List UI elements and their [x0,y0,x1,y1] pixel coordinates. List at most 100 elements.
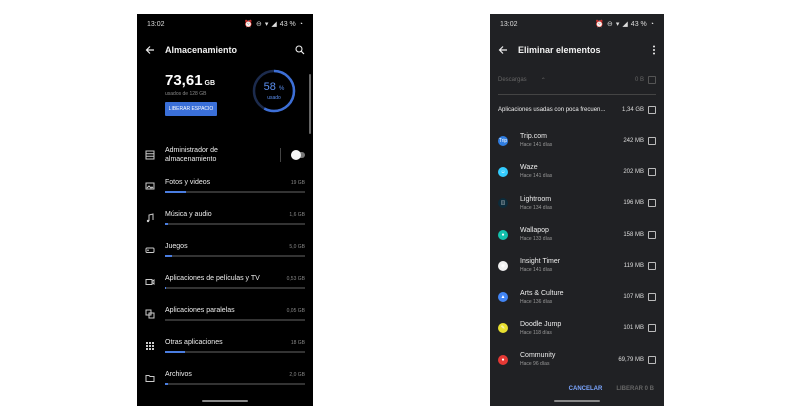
usage-percent: 58 % [263,81,285,93]
app-last-used: Hace 136 días [520,298,553,305]
category-size: 0,05 GB [286,308,305,314]
app-row[interactable]: Trip Trip.com Hace 141 días 242 MB [490,125,664,156]
cancel-button[interactable]: CANCELAR [569,386,603,392]
wifi-icon: ▾ [264,21,269,28]
downloads-row[interactable]: Descargas ⌃ 0 B [490,66,664,94]
app-checkbox[interactable] [648,324,656,333]
app-checkbox[interactable] [648,293,656,302]
category-other-apps[interactable]: Otras aplicaciones 18 GB [137,330,313,362]
battery-icon: ◔ [298,20,303,28]
app-last-used: Hace 118 días [520,329,552,336]
category-files[interactable]: Archivos 2,0 GB [137,362,313,394]
unused-apps-row[interactable]: Aplicaciones usadas con poca frecuen... … [490,95,664,125]
app-bar: Eliminar elementos [490,34,664,66]
app-row[interactable]: ◫ Lightroom Hace 134 días 196 MB [490,188,664,219]
signal-icon: ◢ [622,21,628,28]
app-size: 158 MB [623,231,644,238]
movie-icon [145,277,155,287]
app-checkbox[interactable] [648,261,656,270]
storage-manager-row[interactable]: Administrador de almacenamiento [137,140,313,170]
category-movies-tv[interactable]: Aplicaciones de películas y TV 0,53 GB [137,266,313,298]
battery-icon: ◔ [649,20,654,28]
category-bar [165,351,305,353]
back-arrow-icon[interactable] [145,45,155,55]
music-icon [145,213,155,223]
category-bar [165,287,305,289]
dnd-icon: ⊖ [607,21,613,28]
category-music[interactable]: Música y audio 1,6 GB [137,202,313,234]
app-checkbox[interactable] [648,199,656,208]
gamepad-icon [145,245,155,255]
community-icon: ● [498,354,508,365]
storage-manager-toggle[interactable] [291,150,305,160]
folder-icon [145,373,155,383]
category-size: 18 GB [290,340,305,346]
app-row[interactable]: ● Wallapop Hace 133 días 158 MB [490,219,664,250]
storage-screen: 13:02 ⏰ ⊖ ▾ ◢ 43 % ◔ Almacenamiento 73,6… [137,14,313,406]
free-button[interactable]: LIBERAR 0 B [616,386,654,392]
unused-apps-size: 1,34 GB [621,107,644,113]
status-icons: ⏰ ⊖ ▾ ◢ 43 % ◔ [595,20,654,29]
category-games[interactable]: Juegos 5,0 GB [137,234,313,266]
gesture-bar[interactable] [202,400,248,402]
app-name: Arts & Culture [520,289,564,297]
unused-apps-checkbox[interactable] [648,106,656,114]
category-bar [165,191,305,193]
app-size: 242 MB [623,137,644,144]
app-bar: Almacenamiento [137,34,313,66]
page-title: Almacenamiento [165,45,238,55]
wallapop-icon: ● [498,229,508,240]
storage-manager-label: Administrador de almacenamiento [165,147,218,163]
app-list: Trip Trip.com Hace 141 días 242 MB ☺ Waze Hace… [490,125,664,375]
app-row[interactable]: ✎ Doodle Jump Hace 118 días 101 MB [490,313,664,344]
downloads-size: 0 B [634,77,644,83]
app-name: Trip.com [520,133,547,141]
app-name: Doodle Jump [520,320,562,328]
app-last-used: Hace 96 días [520,361,550,368]
category-name: Otras aplicaciones [165,339,223,346]
category-name: Música y audio [165,211,212,218]
storage-summary: 73,61 GB usados de 128 GB LIBERAR ESPACIO… [137,66,313,140]
app-row[interactable]: ▲ Arts & Culture Hace 136 días 107 MB [490,281,664,312]
app-size: 202 MB [623,168,644,175]
more-options-icon[interactable] [652,45,656,55]
category-size: 0,53 GB [286,276,305,282]
divider [280,148,281,162]
app-checkbox[interactable] [648,136,656,145]
app-row[interactable]: ● Community Hace 96 días 69,79 MB [490,344,664,375]
image-icon [145,181,155,191]
status-bar: 13:02 ⏰ ⊖ ▾ ◢ 43 % ◔ [490,14,664,34]
dialog-actions: CANCELAR LIBERAR 0 B [569,386,654,392]
lightroom-icon: ◫ [498,198,508,209]
scrollbar[interactable] [309,74,311,134]
downloads-checkbox[interactable] [648,76,656,84]
app-name: Lightroom [520,195,552,203]
category-name: Aplicaciones de películas y TV [165,275,260,282]
app-size: 107 MB [623,294,644,301]
app-checkbox[interactable] [648,167,656,176]
back-arrow-icon[interactable] [498,45,508,55]
app-checkbox[interactable] [648,355,656,364]
gesture-bar[interactable] [554,400,600,402]
search-icon[interactable] [295,45,305,55]
category-name: Aplicaciones paralelas [165,307,235,314]
free-space-button[interactable]: LIBERAR ESPACIO [165,102,217,116]
app-size: 196 MB [623,200,644,207]
category-list: Fotos y videos 19 GB Música y audio 1,6 GB… [137,170,313,394]
unused-apps-label: Aplicaciones usadas con poca frecuen... [498,107,606,113]
insight-timer-icon: ◉ [498,260,508,271]
app-row[interactable]: ☺ Waze Hace 141 días 202 MB [490,156,664,187]
status-time: 13:02 [500,20,518,28]
app-checkbox[interactable] [648,230,656,239]
category-photos[interactable]: Fotos y videos 19 GB [137,170,313,202]
app-last-used: Hace 141 días [520,142,553,149]
page-title: Eliminar elementos [518,45,601,55]
usage-ring: 58 % usado [251,68,297,114]
app-row[interactable]: ◉ Insight Timer Hace 141 días 119 MB [490,250,664,281]
chevron-up-icon[interactable]: ⌃ [541,77,546,84]
category-size: 2,0 GB [289,372,305,378]
category-parallel-apps[interactable]: Aplicaciones paralelas 0,05 GB [137,298,313,330]
alarm-icon: ⏰ [244,21,254,28]
status-bar: 13:02 ⏰ ⊖ ▾ ◢ 43 % ◔ [137,14,313,34]
wifi-icon: ▾ [615,21,620,28]
